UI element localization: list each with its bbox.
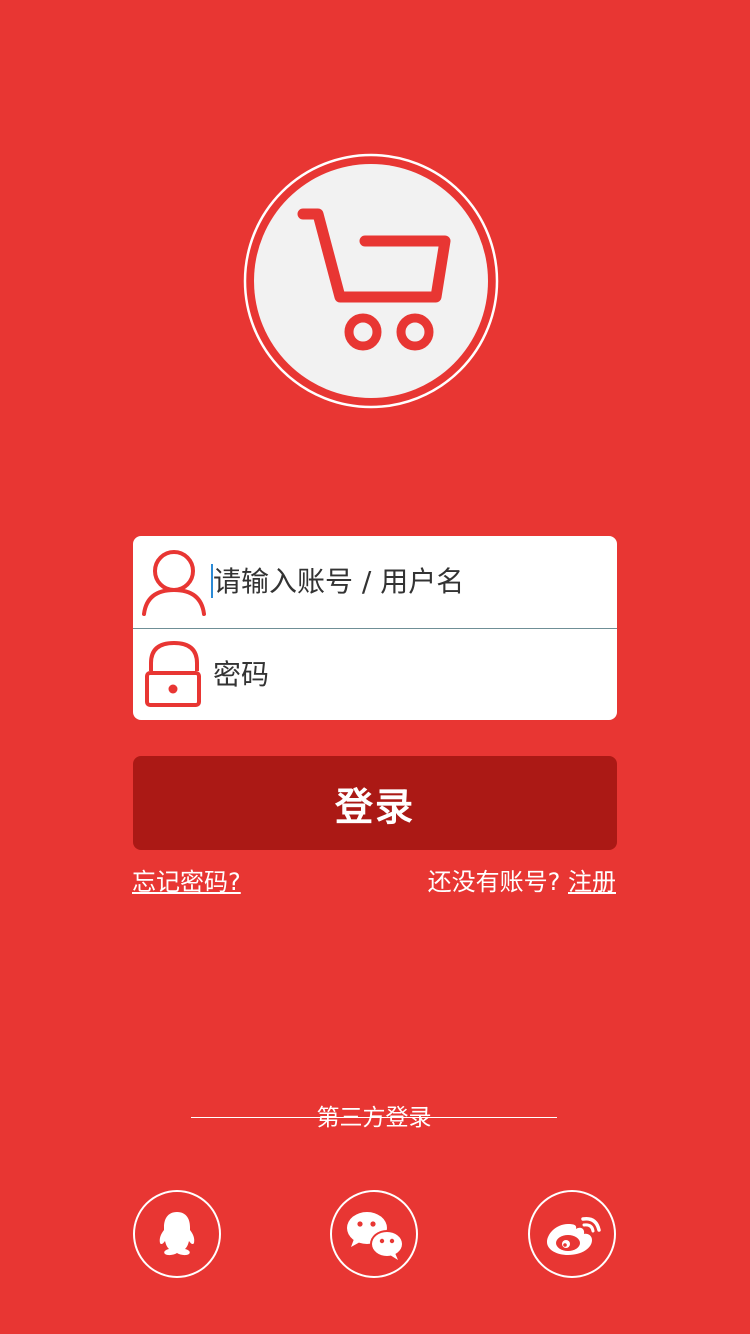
password-row xyxy=(133,629,617,720)
weibo-icon xyxy=(547,1216,601,1255)
no-account-text: 还没有账号? xyxy=(427,868,568,896)
qq-login-button[interactable] xyxy=(133,1190,221,1278)
register-prompt: 还没有账号? 注册 xyxy=(428,866,616,898)
lock-icon xyxy=(145,641,201,707)
third-party-title: 第三方登录 xyxy=(316,1105,432,1131)
password-input[interactable] xyxy=(213,649,603,699)
username-input[interactable] xyxy=(213,556,603,606)
register-link[interactable]: 注册 xyxy=(568,868,616,896)
qq-icon xyxy=(159,1212,195,1256)
weibo-login-button[interactable] xyxy=(528,1190,616,1278)
shopping-cart-icon xyxy=(243,153,499,409)
user-icon xyxy=(142,550,206,616)
third-party-divider: 第三方登录 xyxy=(191,1100,557,1136)
forgot-password-link[interactable]: 忘记密码? xyxy=(132,866,241,898)
app-logo xyxy=(243,153,499,409)
login-button[interactable]: 登录 xyxy=(133,756,617,850)
wechat-icon xyxy=(347,1212,404,1260)
wechat-login-button[interactable] xyxy=(330,1190,418,1278)
username-row xyxy=(133,536,617,628)
login-form xyxy=(133,536,617,720)
